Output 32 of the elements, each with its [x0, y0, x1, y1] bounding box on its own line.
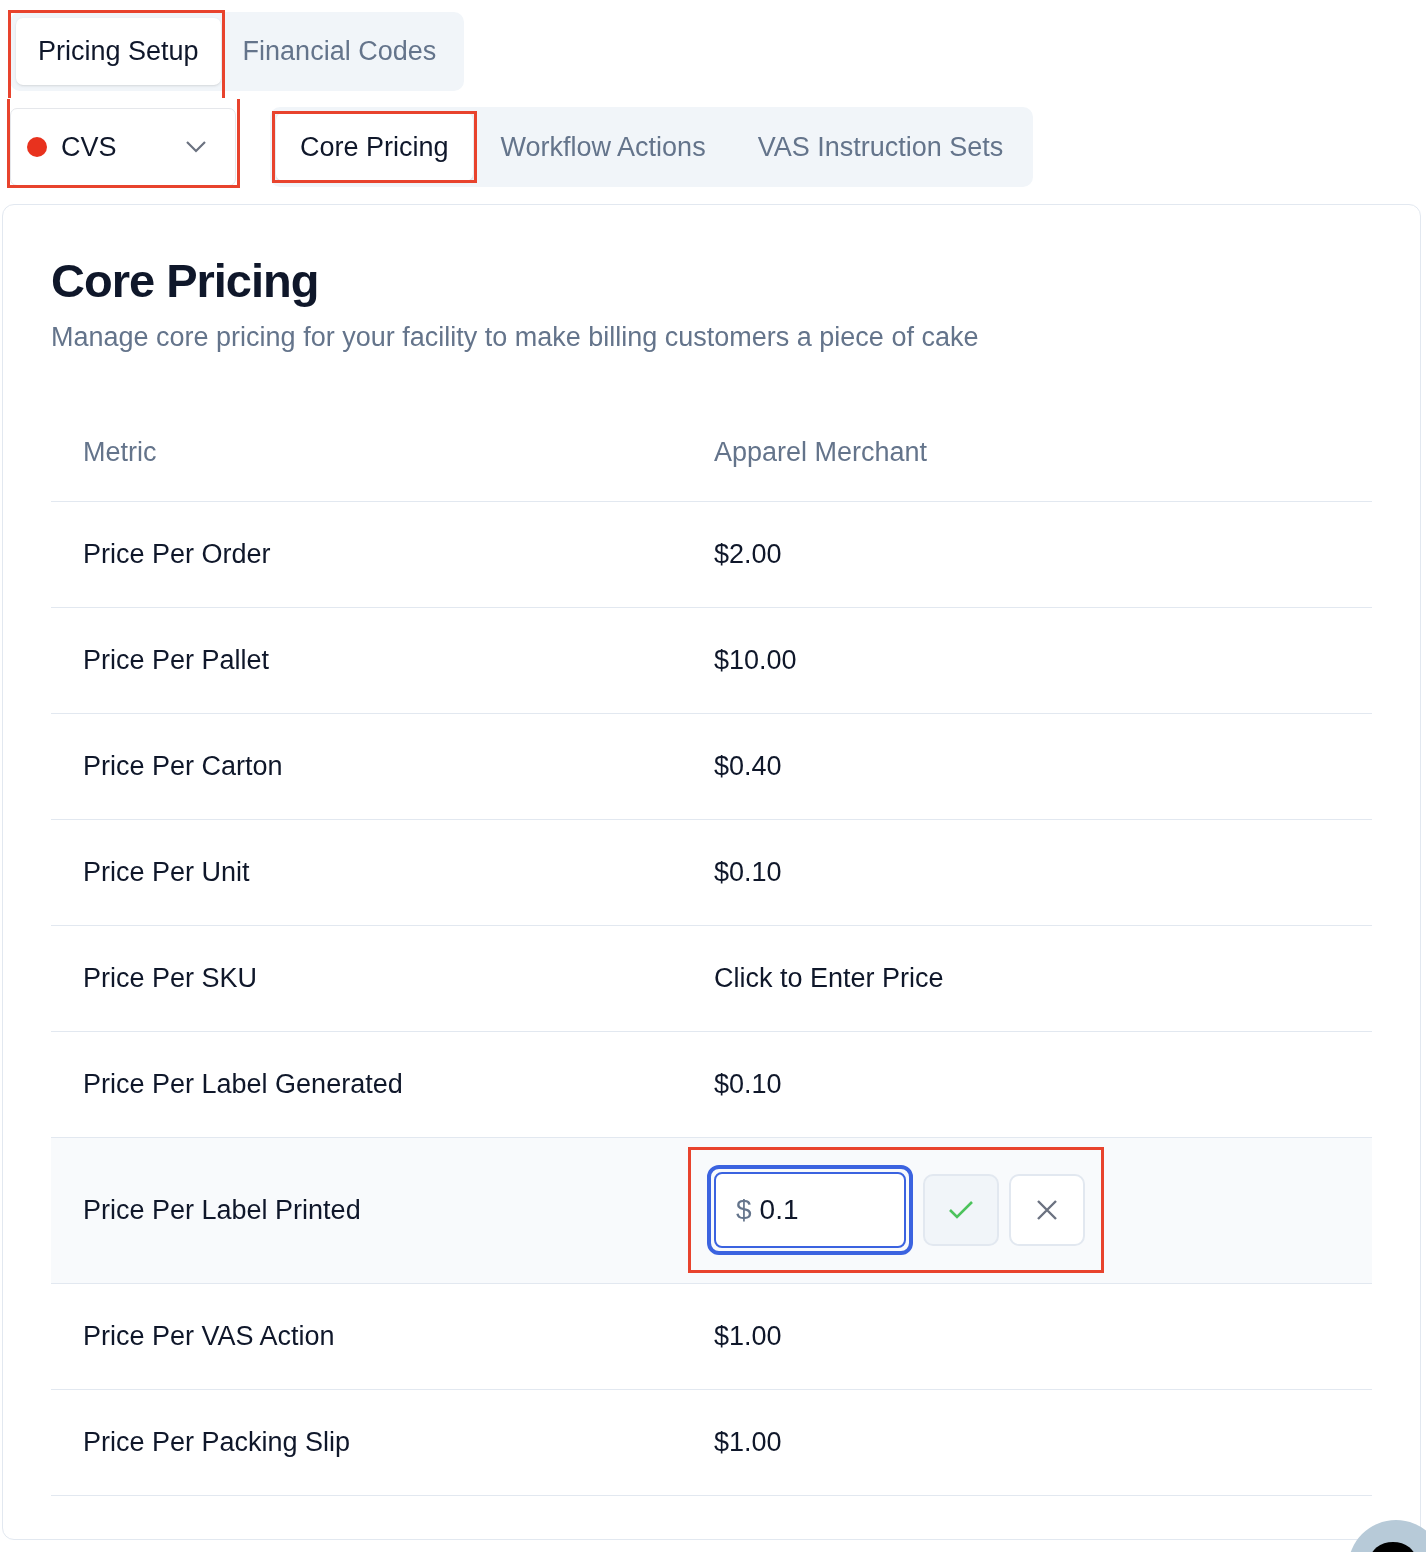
cancel-button[interactable] [1009, 1174, 1085, 1246]
metric-cell-text: Price Per Unit [82, 855, 251, 889]
metric-cell-text: Price Per Carton [82, 749, 284, 783]
column-header: Apparel Merchant [713, 435, 929, 469]
checkmark-icon [948, 1200, 974, 1220]
price-input-field[interactable]: $ 0.1 [707, 1165, 913, 1255]
card-subtitle: Manage core pricing for your facility to make billing customers a piece of cake [51, 321, 980, 354]
price-cell[interactable]: $0.10 [682, 851, 1372, 893]
metric-cell-text: Price Per Packing Slip [82, 1425, 352, 1459]
close-icon [1036, 1199, 1058, 1221]
column-header: Metric [82, 435, 158, 469]
price-cell[interactable]: $0.10 [682, 1063, 1372, 1105]
metric-cell-text: Price Per SKU [82, 961, 259, 995]
metric-cell-text: Price Per Pallet [82, 643, 271, 677]
tab[interactable]: Core Pricing [276, 113, 473, 181]
price-cell[interactable]: $0.40 [682, 745, 1372, 787]
price-cell[interactable]: $2.00 [682, 533, 1372, 575]
tab[interactable]: Pricing Setup [16, 18, 221, 85]
metric-cell-text: Price Per Order [82, 537, 272, 571]
metric-cell-text: Price Per VAS Action [82, 1319, 336, 1353]
card-title: Core Pricing [51, 253, 320, 309]
price-cell[interactable]: $10.00 [682, 639, 1372, 681]
metric-cell-text: Price Per Label Printed [82, 1193, 362, 1227]
price-cell[interactable]: $1.00 [682, 1421, 1372, 1463]
tab[interactable]: Workflow Actions [476, 113, 730, 181]
tab[interactable]: VAS Instruction Sets [733, 113, 1028, 181]
tab[interactable]: Financial Codes [220, 18, 459, 85]
price-cell[interactable]: $1.00 [682, 1315, 1372, 1357]
confirm-button[interactable] [923, 1174, 999, 1246]
chevron-down-icon [185, 140, 207, 154]
price-cell[interactable]: Click to Enter Price [682, 957, 1372, 999]
metric-cell-text: Price Per Label Generated [82, 1067, 404, 1101]
